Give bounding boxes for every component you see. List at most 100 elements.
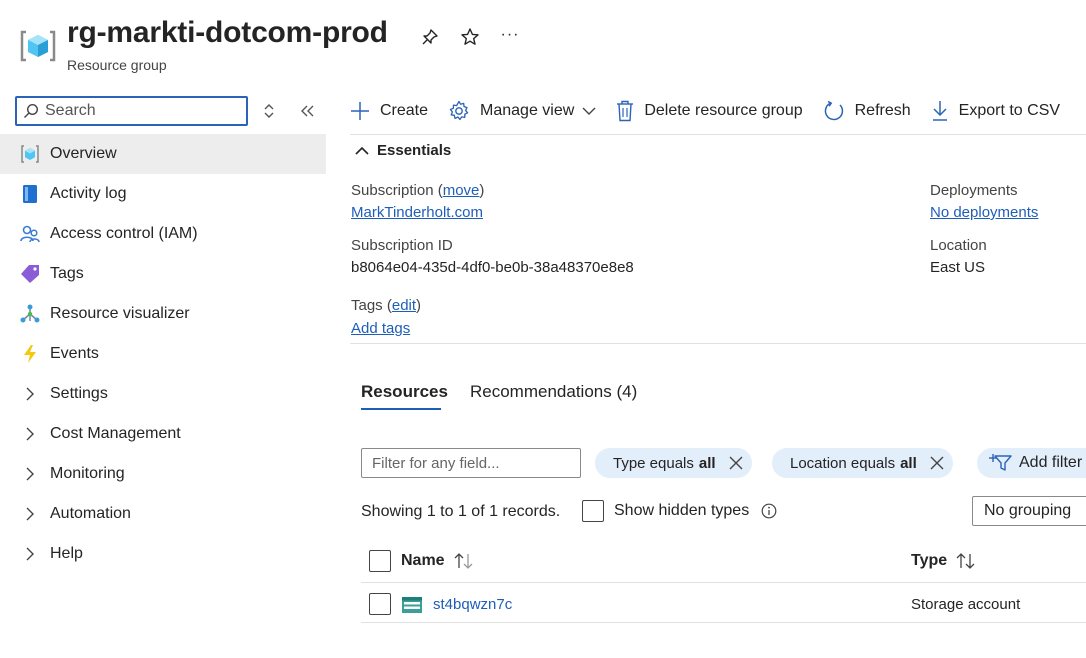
select-all-checkbox[interactable] (369, 550, 391, 572)
column-header-type[interactable]: Type (911, 552, 977, 570)
create-button[interactable]: Create (350, 101, 428, 121)
essentials-toggle[interactable]: Essentials (355, 142, 451, 159)
chevron-right-icon (20, 424, 40, 444)
show-hidden-types-label: Show hidden types (614, 502, 750, 519)
storage-account-icon (402, 597, 422, 613)
divider (361, 582, 1086, 583)
info-icon[interactable] (761, 503, 777, 519)
grouping-dropdown[interactable]: No grouping (972, 496, 1086, 526)
expand-collapse-icon[interactable] (260, 102, 278, 120)
refresh-icon (824, 100, 843, 121)
sidebar-item-label: Automation (50, 505, 131, 522)
sidebar-item-cost-management[interactable]: Cost Management (0, 414, 326, 454)
resource-type: Storage account (911, 596, 1021, 613)
sidebar-item-events[interactable]: Events (0, 334, 326, 374)
delete-resource-group-button[interactable]: Delete resource group (616, 100, 803, 122)
sidebar-item-label: Cost Management (50, 425, 181, 442)
show-hidden-types-checkbox[interactable] (582, 500, 604, 522)
sidebar-item-label: Monitoring (50, 465, 125, 482)
sidebar-item-iam[interactable]: Access control (IAM) (0, 214, 326, 254)
chevron-right-icon (20, 464, 40, 484)
chevron-right-icon (20, 544, 40, 564)
deployments-link[interactable]: No deployments (930, 204, 1038, 221)
page-header: rg-markti-dotcom-prod Resource group ··· (0, 0, 1086, 90)
chevron-right-icon (20, 504, 40, 524)
add-filter-button[interactable]: Add filter (977, 448, 1086, 478)
subscription-link[interactable]: MarkTinderholt.com (351, 204, 483, 221)
star-icon[interactable] (459, 26, 481, 48)
visualizer-icon (20, 304, 40, 324)
subscription-label: Subscription (move) (351, 182, 485, 199)
tab-recommendations[interactable]: Recommendations (4) (470, 382, 637, 402)
divider (350, 343, 1086, 344)
sidebar-item-help[interactable]: Help (0, 534, 326, 574)
resource-group-icon (20, 30, 56, 62)
sidebar-item-label: Events (50, 345, 99, 362)
activity-log-icon (20, 184, 40, 204)
sidebar-item-resource-visualizer[interactable]: Resource visualizer (0, 294, 326, 334)
location-value: East US (930, 259, 986, 276)
sidebar-item-label: Activity log (50, 185, 127, 202)
chevron-down-icon (582, 107, 596, 115)
resource-name-link[interactable]: st4bqwzn7c (433, 596, 512, 613)
gear-icon (449, 100, 469, 121)
close-icon[interactable] (929, 455, 945, 471)
sidebar-item-overview[interactable]: Overview (0, 134, 326, 174)
sort-icon (956, 553, 975, 569)
sidebar-item-tags[interactable]: Tags (0, 254, 326, 294)
iam-icon (20, 224, 40, 244)
command-bar: Create Manage view Delete resource group… (350, 94, 1080, 128)
sidebar-nav: Overview Activity log Access control (IA… (0, 134, 326, 574)
divider (361, 622, 1086, 623)
sidebar-item-label: Tags (50, 265, 84, 282)
chevron-up-icon (355, 146, 369, 155)
resource-group-icon (20, 144, 40, 164)
sidebar-search[interactable] (15, 96, 248, 126)
pin-icon[interactable] (419, 26, 441, 48)
collapse-sidebar-icon[interactable] (298, 102, 316, 120)
sidebar-item-label: Overview (50, 145, 117, 162)
sidebar: Overview Activity log Access control (IA… (0, 92, 326, 658)
refresh-button[interactable]: Refresh (823, 100, 911, 122)
download-icon (932, 101, 947, 121)
type-filter-pill[interactable]: Type equals all (595, 448, 752, 478)
search-input[interactable] (45, 102, 235, 120)
move-subscription-link[interactable]: move (443, 182, 480, 199)
records-count: Showing 1 to 1 of 1 records. (361, 503, 561, 520)
active-tab-indicator (361, 408, 441, 410)
sidebar-item-label: Help (50, 545, 83, 562)
sidebar-item-label: Resource visualizer (50, 305, 190, 322)
sidebar-item-activity-log[interactable]: Activity log (0, 174, 326, 214)
subscription-id-value: b8064e04-435d-4df0-be0b-38a48370e8e8 (351, 259, 634, 276)
sidebar-item-label: Access control (IAM) (50, 225, 198, 242)
edit-tags-link[interactable]: edit (392, 297, 416, 314)
more-options-icon[interactable]: ··· (499, 24, 521, 46)
trash-icon (617, 100, 634, 122)
export-csv-button[interactable]: Export to CSV (931, 100, 1060, 122)
location-label: Location (930, 237, 987, 254)
tags-label: Tags (edit) (351, 297, 422, 314)
chevron-right-icon (20, 384, 40, 404)
sidebar-item-automation[interactable]: Automation (0, 494, 326, 534)
sidebar-item-label: Settings (50, 385, 108, 402)
filter-input[interactable] (361, 448, 581, 478)
add-tags-link[interactable]: Add tags (351, 320, 410, 337)
lightning-icon (20, 344, 40, 364)
add-filter-icon (989, 454, 1012, 471)
tag-icon (20, 264, 40, 284)
row-checkbox[interactable] (369, 593, 391, 615)
deployments-label: Deployments (930, 182, 1018, 199)
sidebar-item-monitoring[interactable]: Monitoring (0, 454, 326, 494)
location-filter-pill[interactable]: Location equals all (772, 448, 953, 478)
tab-resources[interactable]: Resources (361, 382, 448, 402)
plus-icon (351, 102, 369, 120)
close-icon[interactable] (728, 455, 744, 471)
subscription-id-label: Subscription ID (351, 237, 453, 254)
sort-icon (454, 553, 473, 569)
divider (350, 134, 1086, 135)
search-icon (24, 103, 39, 118)
page-subtitle: Resource group (67, 57, 167, 73)
sidebar-item-settings[interactable]: Settings (0, 374, 326, 414)
manage-view-button[interactable]: Manage view (448, 100, 596, 122)
column-header-name[interactable]: Name (401, 552, 475, 570)
